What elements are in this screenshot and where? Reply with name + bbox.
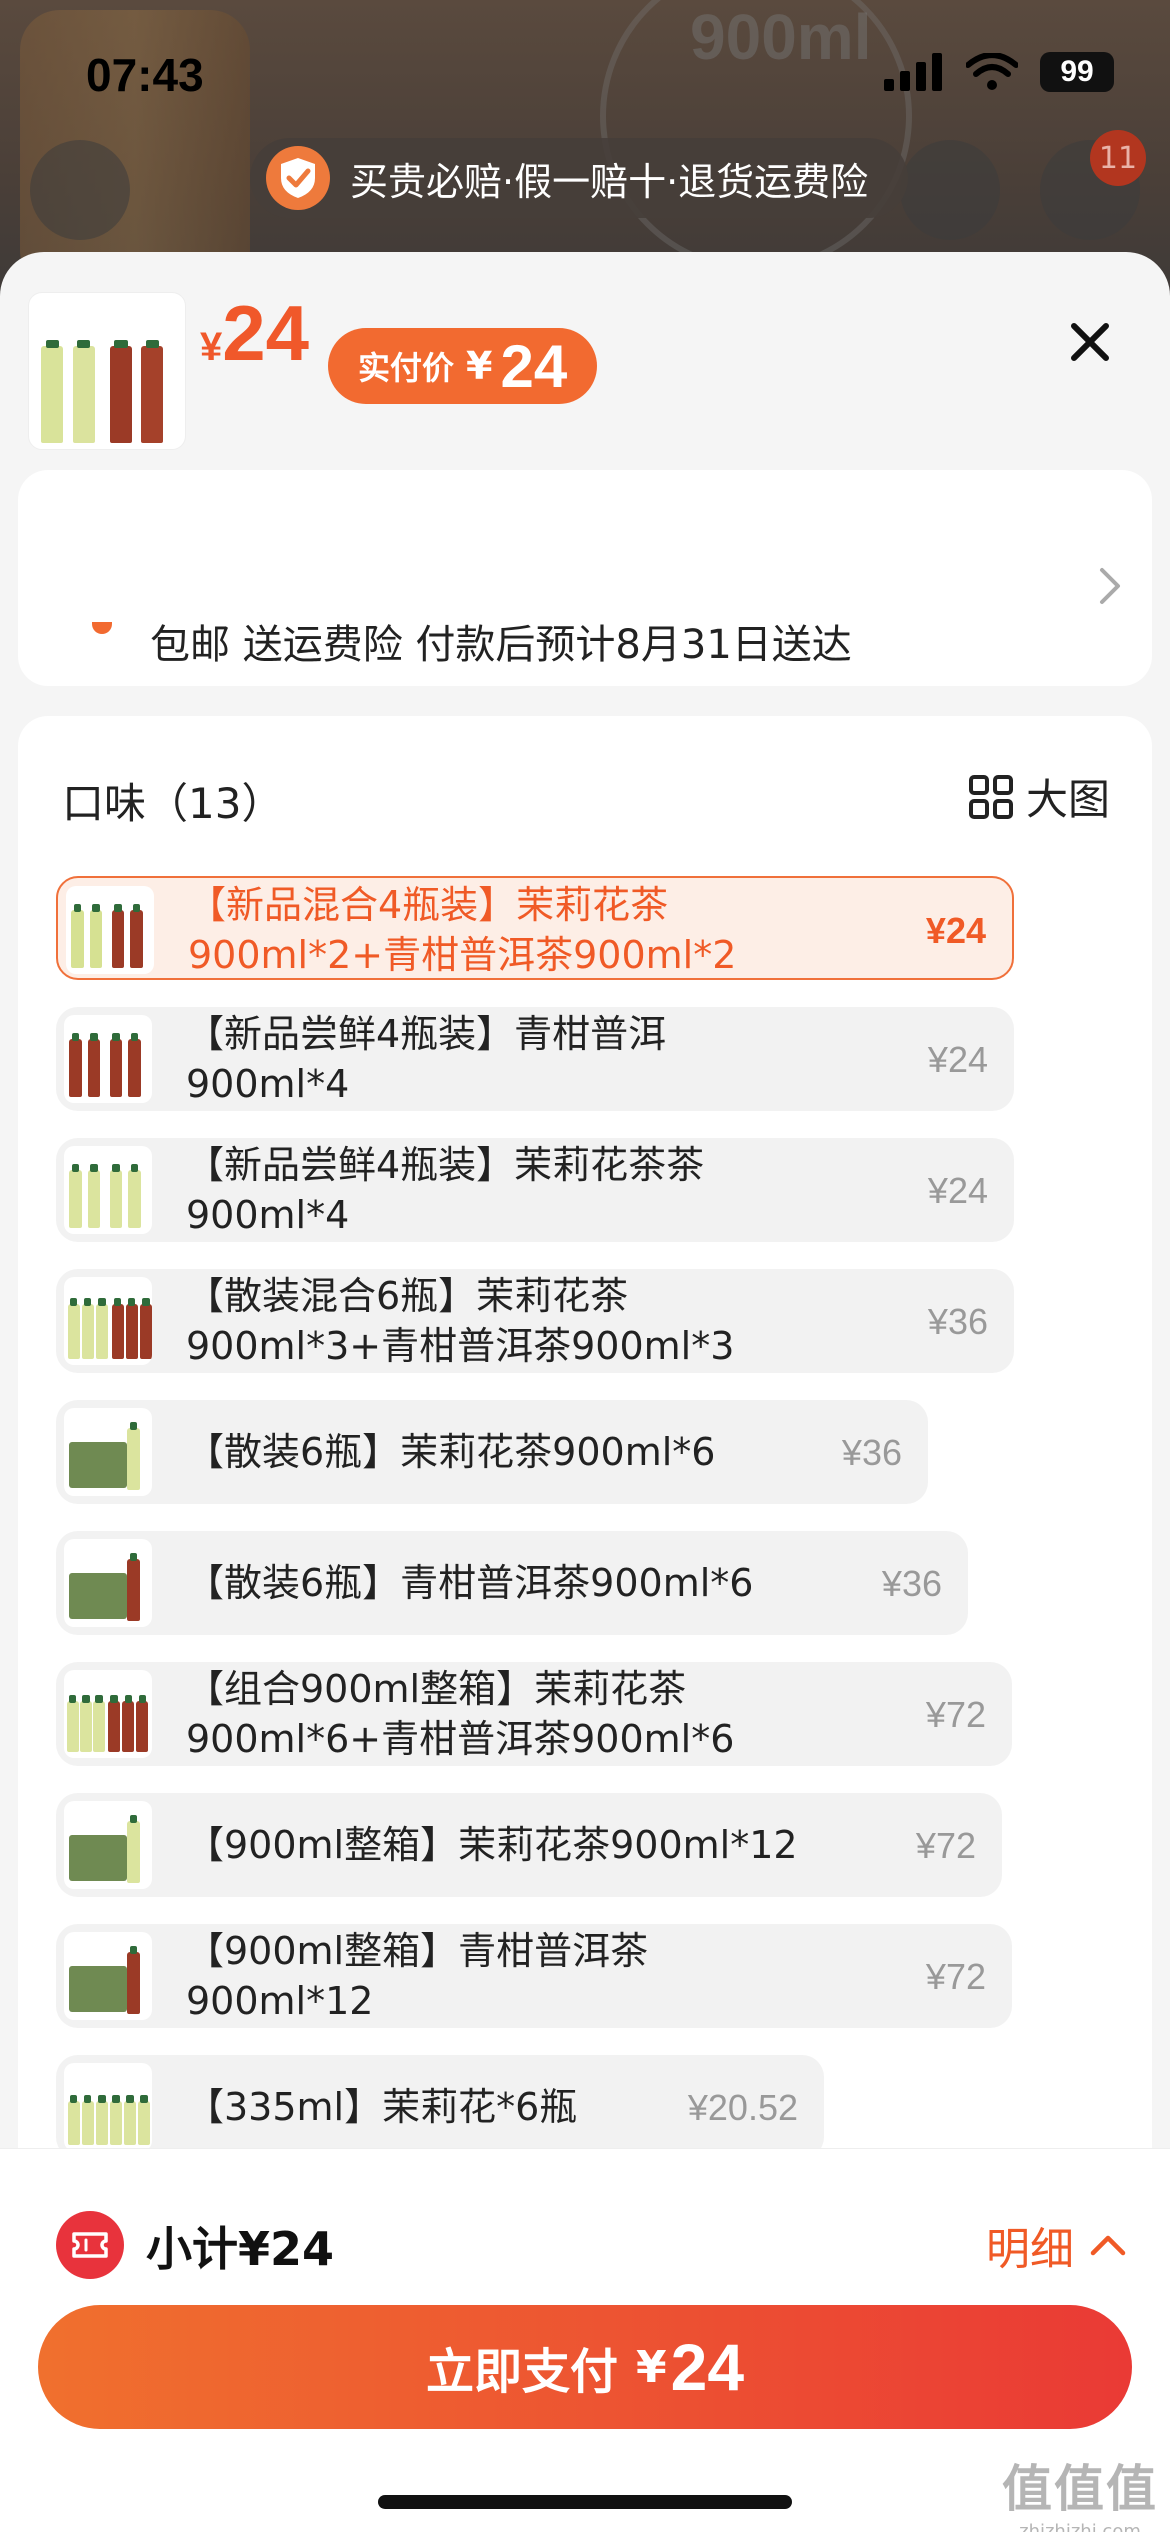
option-thumbnail (64, 1408, 152, 1496)
checkout-footer: 小计¥24 明细 立即支付 ¥ 24 值值值 zhizhizhi.com (0, 2148, 1170, 2532)
flavor-option[interactable]: 【新品尝鲜4瓶装】茉莉花茶茶900ml*4 ¥24 (56, 1138, 1014, 1242)
flavor-option[interactable]: 【散装6瓶】茉莉花茶900ml*6 ¥36 (56, 1400, 928, 1504)
price-value: 24 (222, 289, 310, 377)
subtotal: 小计¥24 (146, 2222, 335, 2276)
option-name: 【335ml】茉莉花*6瓶 (186, 2085, 578, 2129)
cart-icon (900, 140, 1000, 240)
price-currency: ¥ (200, 325, 223, 369)
option-price: ¥36 (841, 1432, 902, 1473)
shield-check-icon (266, 146, 330, 210)
option-price: ¥24 (927, 1170, 988, 1211)
option-price: ¥72 (925, 1694, 986, 1735)
battery-indicator: 99 (1040, 52, 1114, 92)
product-thumbnail[interactable] (28, 292, 186, 450)
pay-now-button[interactable]: 立即支付 ¥ 24 (38, 2305, 1132, 2429)
pay-currency: ¥ (635, 2341, 667, 2393)
sku-selector-sheet: ¥24 实付价 ¥ 24 包邮 送运费险 付款后预计8月31日送达 口味（13）… (0, 252, 1170, 2532)
flavor-option[interactable]: 【新品混合4瓶装】茉莉花茶900ml*2+青柑普洱茶900ml*2 ¥24 (56, 876, 1014, 980)
actual-price-label: 实付价 (358, 349, 455, 387)
option-name: 【散装混合6瓶】茉莉花茶900ml*3+青柑普洱茶900ml*3 (186, 1274, 735, 1368)
option-name: 【900ml整箱】茉莉花茶900ml*12 (186, 1823, 798, 1867)
flavor-option[interactable]: 【335ml】茉莉花*6瓶 ¥20.52 (56, 2055, 824, 2159)
close-button[interactable] (1060, 312, 1120, 372)
status-icons: 99 (884, 52, 1114, 92)
pay-amount: 24 (670, 2330, 745, 2404)
flavor-option[interactable]: 【散装混合6瓶】茉莉花茶900ml*3+青柑普洱茶900ml*3 ¥36 (56, 1269, 1014, 1373)
chevron-right-icon (1100, 568, 1120, 604)
actual-price-badge: 实付价 ¥ 24 (328, 328, 598, 404)
option-thumbnail (64, 2063, 152, 2151)
option-name: 【900ml整箱】青柑普洱茶900ml*12 (186, 1929, 649, 2023)
option-thumbnail (64, 1277, 152, 1365)
option-thumbnail (64, 1801, 152, 1889)
actual-price-currency: ¥ (466, 344, 493, 388)
shipping-icon (92, 622, 112, 634)
guarantee-banner[interactable]: 买贵必赔·假一赔十·退货运费险 (250, 138, 909, 218)
watermark-mark: 值值值 (1002, 2460, 1158, 2518)
big-view-toggle[interactable]: 大图 (968, 766, 1110, 827)
option-thumbnail (64, 1539, 152, 1627)
option-price: ¥36 (881, 1563, 942, 1604)
pay-label: 立即支付 (425, 2344, 618, 2400)
chevron-up-icon (1090, 2235, 1126, 2256)
big-view-label: 大图 (1025, 775, 1110, 824)
home-indicator (378, 2495, 792, 2509)
detail-label: 明细 (986, 2224, 1074, 2275)
product-price: ¥24 (200, 288, 309, 379)
flavor-option[interactable]: 【组合900ml整箱】茉莉花茶900ml*6+青柑普洱茶900ml*6 ¥72 (56, 1662, 1012, 1766)
option-name: 【新品尝鲜4瓶装】青柑普洱900ml*4 (186, 1012, 667, 1106)
option-thumbnail (64, 1146, 152, 1234)
cart-count-badge: 11 (1090, 130, 1146, 186)
option-name: 【散装6瓶】青柑普洱茶900ml*6 (186, 1561, 754, 1605)
option-price: ¥24 (925, 910, 986, 951)
flavor-option[interactable]: 【900ml整箱】青柑普洱茶900ml*12 ¥72 (56, 1924, 1012, 2028)
option-thumbnail (64, 1670, 152, 1758)
watermark-url: zhizhizhi.com (1019, 2521, 1141, 2532)
flavor-option[interactable]: 【散装6瓶】青柑普洱茶900ml*6 ¥36 (56, 1531, 968, 1635)
signal-icon (884, 53, 942, 91)
option-price: ¥72 (925, 1956, 986, 1997)
grid-icon (968, 774, 1013, 819)
actual-price-value: 24 (500, 332, 568, 400)
option-thumbnail (66, 886, 154, 974)
flavor-option[interactable]: 【新品尝鲜4瓶装】青柑普洱900ml*4 ¥24 (56, 1007, 1014, 1111)
option-name: 【散装6瓶】茉莉花茶900ml*6 (186, 1430, 716, 1474)
flavor-option[interactable]: 【900ml整箱】茉莉花茶900ml*12 ¥72 (56, 1793, 1002, 1897)
option-name: 【新品混合4瓶装】茉莉花茶900ml*2+青柑普洱茶900ml*2 (188, 883, 737, 977)
option-price: ¥24 (927, 1039, 988, 1080)
close-icon (1071, 323, 1109, 361)
shipping-text: 包邮 送运费险 付款后预计8月31日送达 (150, 622, 852, 668)
wifi-icon (966, 53, 1018, 90)
option-name: 【组合900ml整箱】茉莉花茶900ml*6+青柑普洱茶900ml*6 (186, 1667, 735, 1761)
option-thumbnail (64, 1932, 152, 2020)
back-icon (30, 140, 130, 240)
background-badge-text: 900ml (690, 1, 872, 73)
guarantee-text: 买贵必赔·假一赔十·退货运费险 (350, 159, 869, 204)
option-price: ¥36 (927, 1301, 988, 1342)
watermark: 值值值 zhizhizhi.com (1002, 2449, 1158, 2532)
flavor-title: 口味（13） (62, 779, 284, 828)
shipping-info-card[interactable]: 包邮 送运费险 付款后预计8月31日送达 (18, 470, 1152, 686)
detail-toggle[interactable]: 明细 (986, 2213, 1126, 2277)
status-time: 07:43 (86, 49, 204, 101)
option-name: 【新品尝鲜4瓶装】茉莉花茶茶900ml*4 (186, 1143, 705, 1237)
option-price: ¥20.52 (687, 2087, 798, 2128)
option-thumbnail (64, 1015, 152, 1103)
coupon-icon (56, 2211, 124, 2279)
option-price: ¥72 (915, 1825, 976, 1866)
